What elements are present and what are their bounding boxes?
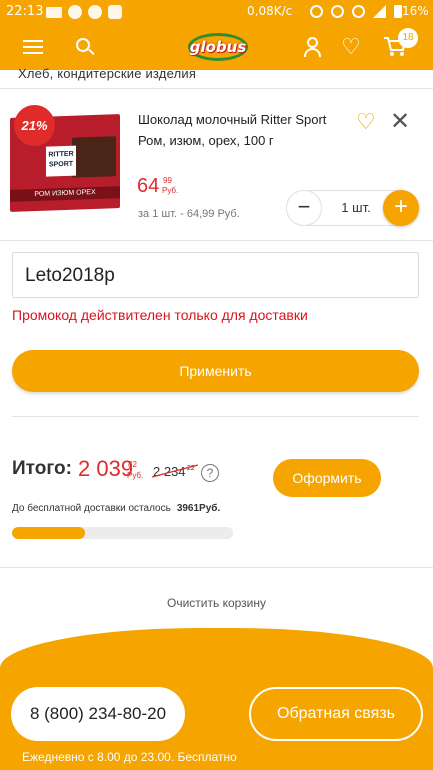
- search-icon[interactable]: [70, 32, 100, 62]
- free-delivery-progress: [12, 527, 233, 539]
- product-name[interactable]: Шоколад молочный Ritter Sport Ром, изюм,…: [138, 109, 343, 151]
- chrome-icon: [88, 5, 102, 19]
- free-delivery-note: До бесплатной доставки осталось 3961Руб.: [12, 503, 220, 514]
- battery-icon: [394, 5, 402, 18]
- feedback-button[interactable]: Обратная связь: [249, 687, 423, 741]
- discount-badge: 21%: [14, 105, 55, 146]
- strikethrough-line: [151, 464, 199, 478]
- promo-code-input[interactable]: Leto2018p: [12, 252, 419, 298]
- cart-count-badge: 18: [398, 28, 418, 48]
- globus-logo[interactable]: globus: [188, 33, 248, 61]
- divider: [0, 88, 433, 89]
- battery-level: 16%: [402, 4, 429, 18]
- category-title: Хлеб, кондитерские изделия: [18, 66, 197, 81]
- download-icon: [108, 5, 122, 19]
- network-speed: 0,08K/c: [247, 4, 293, 18]
- free-delivery-text: До бесплатной доставки осталось: [12, 503, 171, 514]
- chrome-icon: [68, 5, 82, 19]
- free-delivery-amount: 3961Руб.: [176, 503, 221, 514]
- divider: [12, 416, 419, 417]
- product-price: 64 99 Руб.: [137, 175, 179, 197]
- status-bar: 22:13 0,08K/c 16%: [0, 0, 433, 24]
- working-hours: Ежедневно с 8.00 до 23.00. Бесплатно: [22, 750, 237, 764]
- quantity-value: 1 шт.: [341, 200, 371, 215]
- increase-quantity-button[interactable]: +: [383, 190, 419, 226]
- phone-button[interactable]: 8 (800) 234-80-20: [11, 687, 185, 741]
- total-currency: Руб.: [127, 471, 144, 480]
- status-time: 22:13: [6, 4, 44, 19]
- decrease-quantity-button[interactable]: −: [286, 190, 322, 226]
- total-label: Итого:: [12, 458, 72, 479]
- clear-cart-button[interactable]: Очистить корзину: [0, 596, 433, 610]
- cart-icon[interactable]: 18: [381, 28, 418, 62]
- total-kopecks: 82: [128, 460, 137, 469]
- remove-item-icon[interactable]: ✕: [388, 110, 412, 134]
- help-icon[interactable]: ?: [201, 464, 219, 482]
- quantity-stepper: − 1 шт. +: [286, 190, 419, 226]
- mute-icon: [310, 5, 323, 18]
- promo-error-message: Промокод действителен только для доставк…: [12, 307, 308, 323]
- divider: [0, 567, 433, 568]
- system-icons: [310, 5, 402, 18]
- menu-icon[interactable]: [18, 32, 48, 62]
- mail-icon: [46, 7, 62, 18]
- favorites-icon[interactable]: ♡: [336, 32, 366, 62]
- favorite-heart-icon[interactable]: ♡: [356, 110, 380, 134]
- app-header: globus ♡ 18: [0, 24, 433, 70]
- notification-icons: [46, 5, 122, 19]
- user-icon[interactable]: [298, 32, 328, 62]
- apply-promo-button[interactable]: Применить: [12, 350, 419, 392]
- divider: [0, 240, 433, 241]
- wifi-icon: [352, 5, 365, 18]
- total-value: 2 039: [78, 456, 134, 481]
- signal-icon: [373, 5, 386, 18]
- checkout-button[interactable]: Оформить: [273, 459, 381, 497]
- progress-fill: [12, 527, 85, 539]
- unit-price: за 1 шт. - 64,99 Руб.: [138, 208, 240, 220]
- alarm-icon: [331, 5, 344, 18]
